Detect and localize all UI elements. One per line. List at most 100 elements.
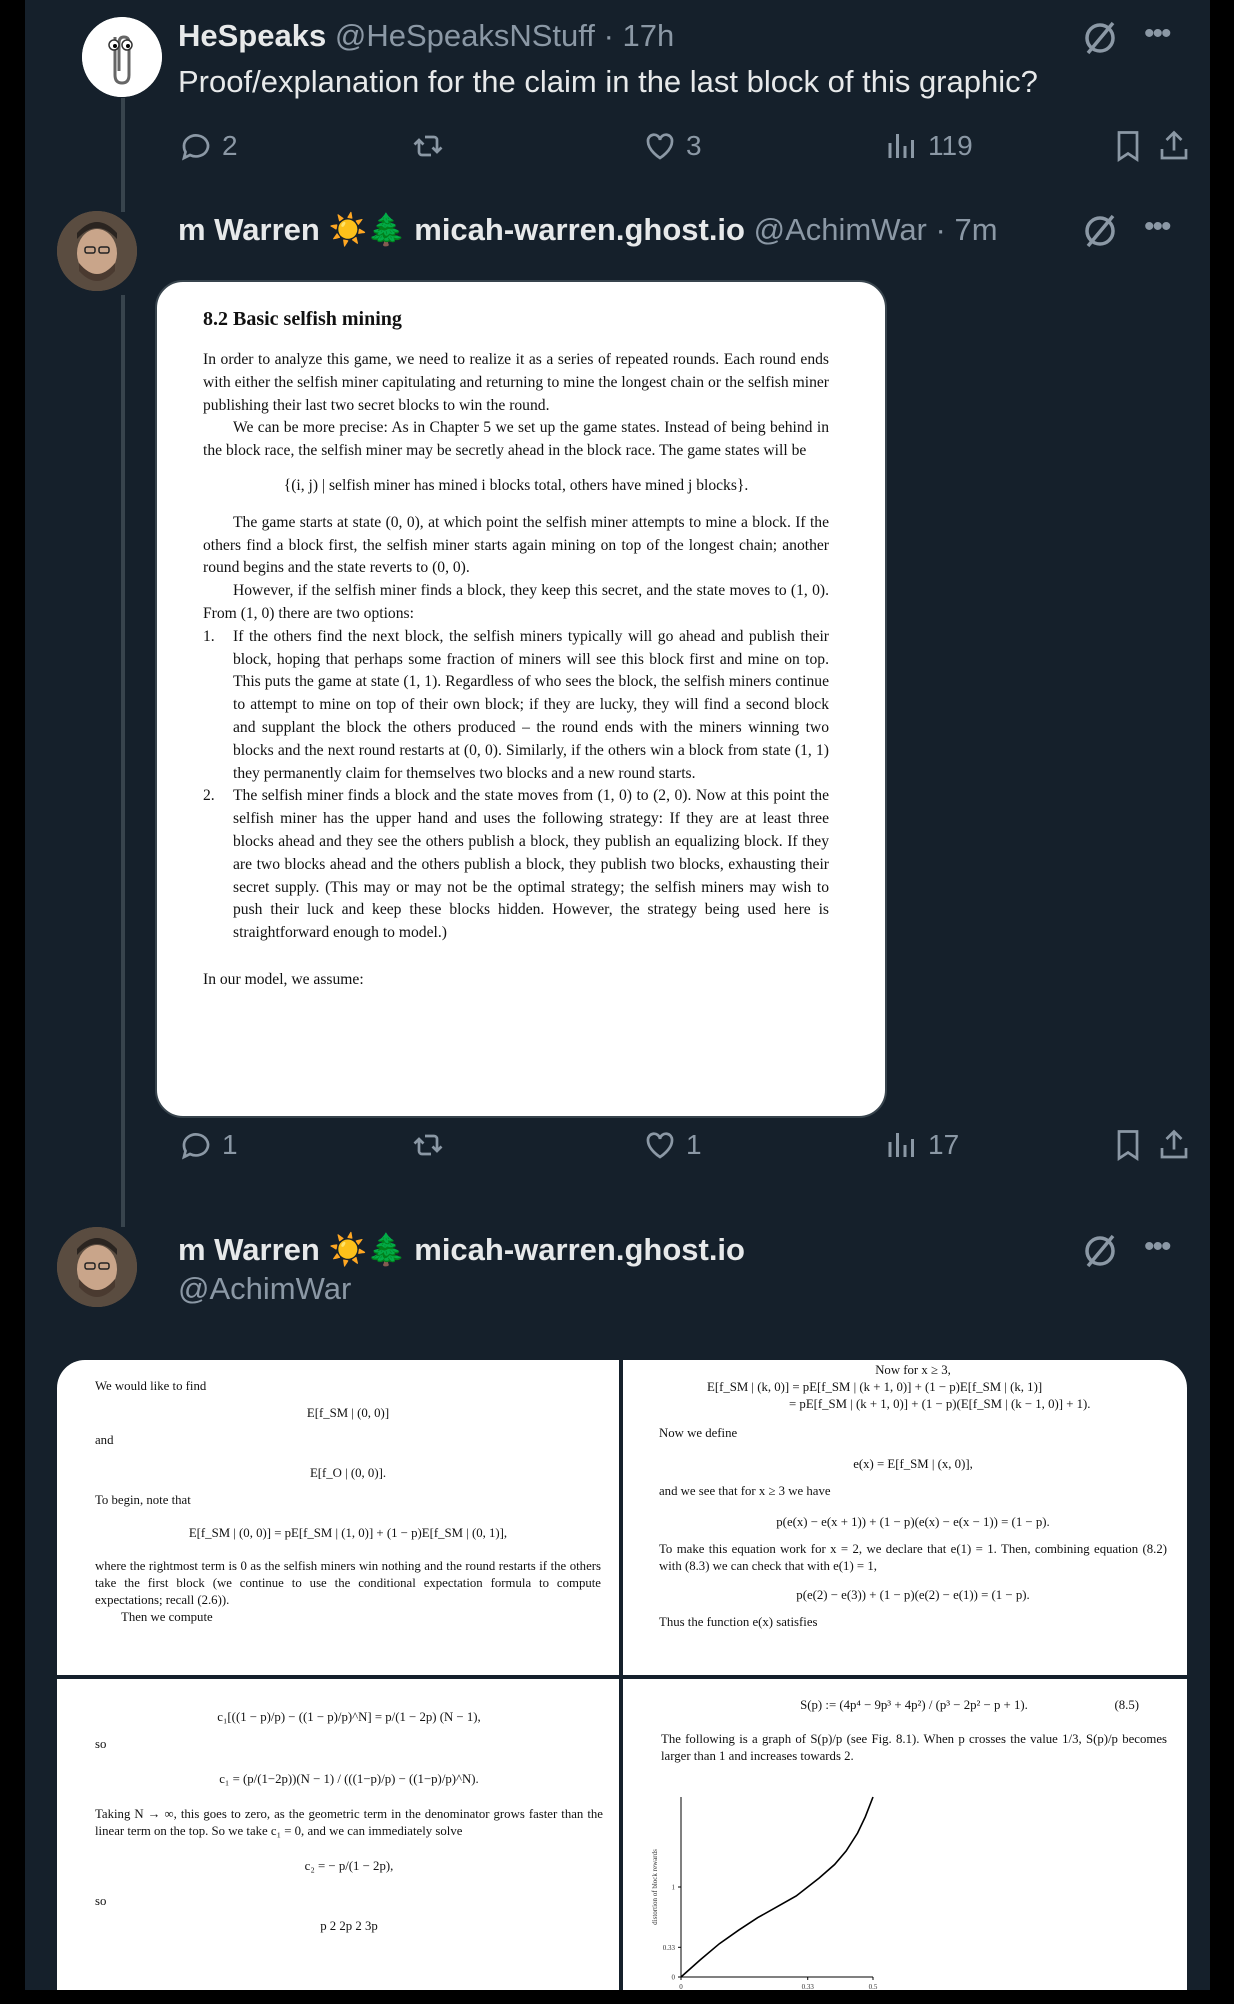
- text-line: and: [95, 1433, 114, 1447]
- reply-count: 2: [222, 130, 238, 161]
- equation: E[f_SM | (0, 0)] = pE[f_SM | (1, 0)] + (…: [188, 1526, 508, 1540]
- chart-series-line: [680, 1796, 874, 1978]
- paragraph: Taking N → ∞, this goes to zero, as the …: [95, 1807, 603, 1838]
- grok-icon[interactable]: [1080, 18, 1120, 58]
- like-count: 3: [686, 130, 702, 161]
- bookmark-icon: [1117, 1130, 1139, 1162]
- share-icon: [1160, 1129, 1188, 1159]
- more-icon[interactable]: •••: [1144, 19, 1184, 52]
- section-heading: 8.2 Basic selfish mining: [203, 308, 402, 330]
- retweet-button[interactable]: [410, 124, 446, 168]
- equation: S(p) := (4p⁴ − 9p³ + 4p²) / (p³ − 2p² − …: [800, 1698, 1028, 1712]
- like-button[interactable]: 1: [642, 1123, 702, 1167]
- views-icon: [888, 134, 914, 158]
- views-button[interactable]: 119: [884, 124, 973, 168]
- equation-tag: (8.5): [1114, 1698, 1139, 1712]
- chart-svg: 00.330.500.331hashrate pdistortion of bl…: [651, 1796, 878, 2001]
- equation: c₁[((1 − p)/p) − ((1 − p)/p)^N] = p/(1 −…: [217, 1710, 481, 1724]
- paragraph: The following is a graph of S(p)/p (see …: [661, 1732, 1167, 1763]
- paragraph: To make this equation work for x = 2, we…: [659, 1542, 1167, 1573]
- reply-button[interactable]: 1: [178, 1123, 238, 1167]
- person-avatar[interactable]: [57, 211, 137, 291]
- bookmark-button[interactable]: [1110, 1123, 1146, 1167]
- like-count: 1: [686, 1129, 702, 1160]
- image-grid: We would like to find E[f_SM | (0, 0)] a…: [57, 1360, 1187, 2004]
- author-name[interactable]: m Warren ☀️🌲 micah-warren.ghost.io: [178, 1232, 745, 1267]
- equation: E[f_O | (0, 0)].: [309, 1466, 387, 1480]
- retweet-icon: [413, 135, 443, 157]
- retweet-button[interactable]: [410, 1123, 446, 1167]
- view-count: 119: [928, 130, 973, 161]
- thread-line: [121, 295, 125, 1205]
- list-item: 1. If the others find the next block, the…: [203, 626, 829, 786]
- share-button[interactable]: [1156, 1123, 1192, 1167]
- list-item-text: If the others find the next block, the s…: [233, 627, 829, 782]
- grid-image-1[interactable]: We would like to find E[f_SM | (0, 0)] a…: [57, 1360, 619, 1675]
- bottom-bar: [0, 1990, 1234, 2004]
- grok-icon[interactable]: [1080, 211, 1120, 251]
- equation: E[f_SM | (0, 0)]: [306, 1406, 390, 1420]
- tweet-actions: 2 3 119: [178, 124, 1208, 168]
- thread-line: [121, 98, 125, 187]
- tweet-author-line: m Warren ☀️🌲 micah-warren.ghost.io @Achi…: [178, 211, 998, 248]
- views-button[interactable]: 17: [884, 1123, 959, 1167]
- author-handle[interactable]: @HeSpeaksNStuff: [335, 18, 595, 53]
- like-button[interactable]: 3: [642, 124, 702, 168]
- text-line: We would like to find: [95, 1379, 207, 1393]
- tweet-actions: 1 1 17: [178, 1123, 1208, 1167]
- thread-line: [121, 1205, 125, 1227]
- equation: E[f_SM | (k, 0)] = pE[f_SM | (k + 1, 0)]…: [707, 1380, 1043, 1394]
- tweet-top-icons: •••: [1080, 1231, 1210, 1271]
- bookmark-button[interactable]: [1110, 124, 1146, 168]
- text-line: so: [95, 1737, 107, 1751]
- set-definition: {(i, j) | selfish miner has mined i bloc…: [283, 476, 749, 494]
- paragraph: In order to analyze this game, we need t…: [203, 351, 829, 414]
- list-number: 1.: [203, 627, 215, 645]
- tweet-author-line: HeSpeaks @HeSpeaksNStuff · 17h: [178, 18, 674, 54]
- attached-document-image[interactable]: 8.2 Basic selfish mining In order to ana…: [155, 280, 887, 1118]
- list-item: 2. The selfish miner finds a block and th…: [203, 785, 829, 945]
- text-line: so: [95, 1894, 107, 1908]
- grid-image-3[interactable]: c₁[((1 − p)/p) − ((1 − p)/p)^N] = p/(1 −…: [57, 1679, 619, 2004]
- retweet-icon: [413, 1134, 443, 1156]
- person-avatar[interactable]: [57, 1227, 137, 1307]
- author-handle[interactable]: @AchimWar: [178, 1271, 351, 1306]
- reply-count: 1: [222, 1129, 238, 1160]
- equation: = pE[f_SM | (k + 1, 0)] + (1 − p)(E[f_SM…: [789, 1397, 1091, 1411]
- tweet-1[interactable]: HeSpeaks @HeSpeaksNStuff · 17h ••• Proof…: [25, 0, 1210, 187]
- chart-y-label: distortion of block rewards: [651, 1849, 659, 1925]
- equation: c₁ = (p/(1−2p))(N − 1) / (((1−p)/p) − ((…: [219, 1772, 479, 1786]
- clippy-avatar[interactable]: [82, 17, 162, 97]
- reply-icon: [181, 1133, 210, 1160]
- author-name[interactable]: m Warren ☀️🌲 micah-warren.ghost.io: [178, 212, 745, 247]
- reply-button[interactable]: 2: [178, 124, 238, 168]
- chart-y-tick-label: 0.33: [663, 1944, 676, 1952]
- author-handle[interactable]: @AchimWar: [754, 212, 927, 247]
- list-item-text: The selfish miner finds a block and the …: [233, 787, 829, 942]
- view-count: 17: [928, 1129, 960, 1160]
- tweet-author-line: m Warren ☀️🌲 micah-warren.ghost.io: [178, 1231, 745, 1268]
- paragraph: We can be more precise: As in Chapter 5 …: [203, 419, 829, 460]
- text-line: Then we compute: [121, 1610, 213, 1624]
- text-line: Thus the function e(x) satisfies: [659, 1615, 818, 1629]
- equation: c₂ = − p/(1 − 2p),: [304, 1859, 394, 1873]
- author-name[interactable]: HeSpeaks: [178, 18, 326, 53]
- grid-image-2[interactable]: Now for x ≥ 3, E[f_SM | (k, 0)] = pE[f_S…: [623, 1360, 1187, 1675]
- reply-icon: [181, 134, 210, 161]
- tweet-time[interactable]: · 17h: [604, 18, 675, 53]
- tweet-time[interactable]: · 7m: [936, 212, 998, 247]
- more-icon[interactable]: •••: [1144, 212, 1184, 245]
- tweet-top-icons: •••: [1080, 18, 1210, 58]
- share-icon: [1160, 130, 1188, 160]
- more-icon[interactable]: •••: [1144, 1232, 1184, 1265]
- tweet-top-icons: •••: [1080, 211, 1210, 251]
- equation: p(e(2) − e(3)) + (1 − p)(e(2) − e(1)) = …: [796, 1588, 1030, 1602]
- grok-icon[interactable]: [1080, 1231, 1120, 1271]
- tweet-text: Proof/explanation for the claim in the l…: [178, 64, 1038, 99]
- text-line: Now we define: [659, 1426, 738, 1440]
- chart-y-tick-label: 1: [672, 1884, 676, 1892]
- equation: p(e(x) − e(x + 1)) + (1 − p)(e(x) − e(x …: [776, 1515, 1050, 1529]
- share-button[interactable]: [1156, 124, 1192, 168]
- views-icon: [888, 1133, 914, 1157]
- grid-image-4[interactable]: S(p) := (4p⁴ − 9p³ + 4p²) / (p³ − 2p² − …: [623, 1679, 1187, 2004]
